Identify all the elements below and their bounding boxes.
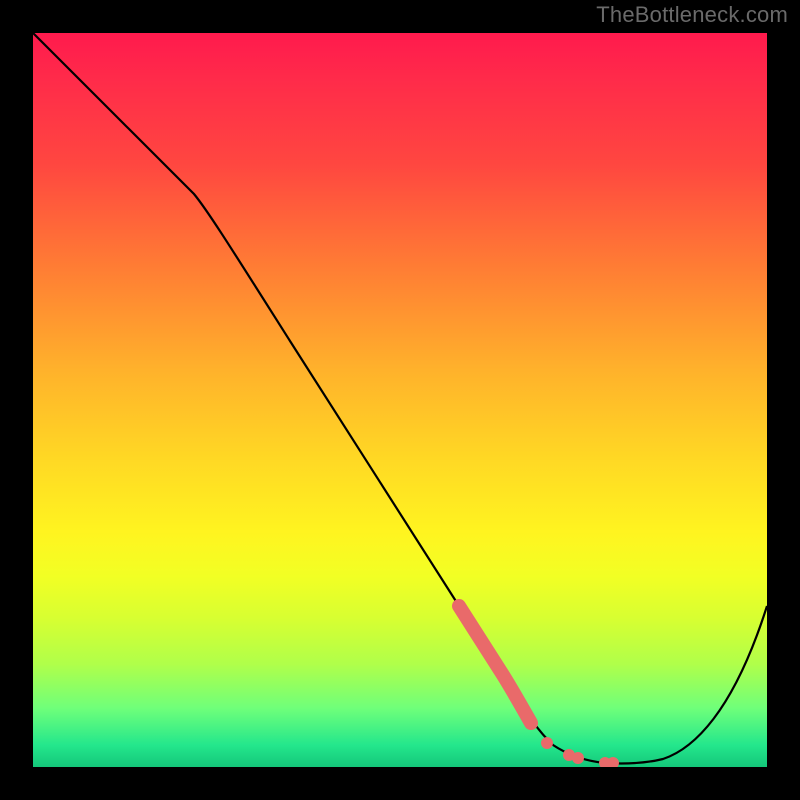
curve-svg bbox=[33, 33, 767, 767]
plot-area bbox=[33, 33, 767, 767]
highlight-segment bbox=[459, 606, 531, 723]
chart-frame: TheBottleneck.com bbox=[0, 0, 800, 800]
highlight-dots bbox=[541, 737, 619, 767]
bottleneck-curve-path bbox=[33, 33, 767, 764]
watermark-text: TheBottleneck.com bbox=[596, 2, 788, 28]
